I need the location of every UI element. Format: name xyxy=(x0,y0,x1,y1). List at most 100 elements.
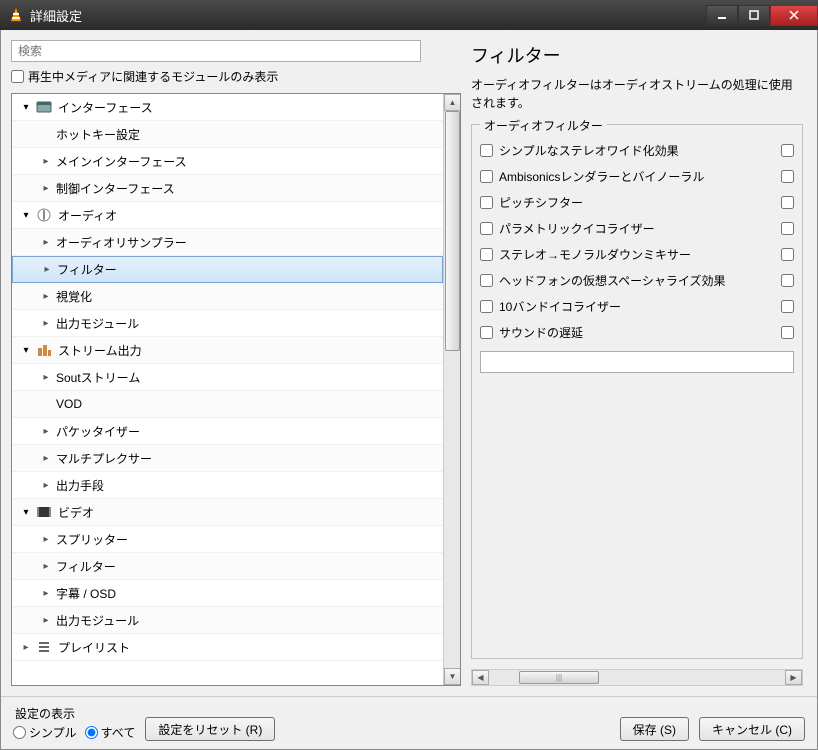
expand-icon[interactable]: ▾ xyxy=(20,102,32,113)
tree-row[interactable]: ▾ インターフェース xyxy=(12,94,443,121)
filter-checkbox-2[interactable] xyxy=(781,274,794,287)
filter-checkbox[interactable] xyxy=(480,274,493,287)
filter-row: パラメトリックイコライザー xyxy=(480,215,794,241)
tree-row[interactable]: ▸ Soutストリーム xyxy=(12,364,443,391)
filter-checkbox[interactable] xyxy=(480,248,493,261)
scroll-down-icon[interactable]: ▼ xyxy=(444,668,461,685)
expand-icon[interactable]: ▸ xyxy=(40,561,52,572)
filter-textbox[interactable] xyxy=(480,351,794,373)
cancel-button[interactable]: キャンセル (C) xyxy=(699,717,805,741)
expand-icon[interactable]: ▸ xyxy=(40,156,52,167)
filter-checkbox-2[interactable] xyxy=(781,196,794,209)
tree-row[interactable]: ▸マルチプレクサー xyxy=(12,445,443,472)
filter-row: 10バンドイコライザー xyxy=(480,293,794,319)
tree-item-label: インターフェース xyxy=(58,99,153,116)
expand-icon[interactable]: ▸ xyxy=(20,642,32,653)
h-scroll-thumb[interactable]: ||| xyxy=(519,671,599,684)
tree-row[interactable]: ▸ スプリッター xyxy=(12,526,443,553)
tree-item-label: ストリーム出力 xyxy=(58,342,142,359)
tree-item-label: Soutストリーム xyxy=(56,369,140,386)
filter-label: ヘッドフォンの仮想スペーシャライズ効果 xyxy=(499,272,775,289)
scroll-left-icon[interactable]: ◀ xyxy=(472,670,489,685)
scroll-up-icon[interactable]: ▲ xyxy=(444,94,461,111)
reset-button[interactable]: 設定をリセット (R) xyxy=(145,717,275,741)
filter-checkbox[interactable] xyxy=(480,300,493,313)
tree-item-label: スプリッター xyxy=(56,531,128,548)
filter-label: パラメトリックイコライザー xyxy=(499,220,775,237)
expand-icon[interactable]: ▸ xyxy=(40,480,52,491)
tree-item-label: 字幕 / OSD xyxy=(56,585,116,602)
tree-row[interactable]: ▾ ビデオ xyxy=(12,499,443,526)
tree-row[interactable]: ▸ フィルター xyxy=(12,553,443,580)
tree-row[interactable]: ▸ メインインターフェース xyxy=(12,148,443,175)
expand-icon[interactable]: ▸ xyxy=(40,183,52,194)
panel-title: フィルター xyxy=(471,42,803,68)
filter-checkbox-2[interactable] xyxy=(781,326,794,339)
tree-item-label: パケッタイザー xyxy=(56,423,140,440)
expand-icon[interactable]: ▸ xyxy=(40,426,52,437)
tree-row[interactable]: ▸ 制御インターフェース xyxy=(12,175,443,202)
tree-row[interactable]: ▸ パケッタイザー xyxy=(12,418,443,445)
tree-item-label: プレイリスト xyxy=(58,639,130,656)
titlebar: 詳細設定 xyxy=(0,0,818,30)
tree-row[interactable]: ▸視覚化 xyxy=(12,283,443,310)
expand-icon[interactable]: ▾ xyxy=(20,507,32,518)
expand-icon[interactable]: ▾ xyxy=(20,210,32,221)
filter-checkbox-2[interactable] xyxy=(781,144,794,157)
filter-checkbox[interactable] xyxy=(480,144,493,157)
tree-item-label: ビデオ xyxy=(58,504,94,521)
expand-icon[interactable]: ▸ xyxy=(40,453,52,464)
filter-checkbox[interactable] xyxy=(480,326,493,339)
tree-row[interactable]: ▾オーディオ xyxy=(12,202,443,229)
tree-item-label: 制御インターフェース xyxy=(56,180,175,197)
filter-row: ピッチシフター xyxy=(480,189,794,215)
expand-icon[interactable]: ▸ xyxy=(41,264,53,275)
tree-scrollbar[interactable]: ▲ ▼ xyxy=(443,94,460,685)
tree-row[interactable]: ▸フィルター xyxy=(12,256,443,283)
maximize-button[interactable] xyxy=(738,5,770,26)
radio-simple[interactable]: シンプル xyxy=(13,724,77,741)
tree-row[interactable]: ▸ 字幕 / OSD xyxy=(12,580,443,607)
tree-row[interactable]: ホットキー設定 xyxy=(12,121,443,148)
group-legend: オーディオフィルター xyxy=(480,117,607,134)
tree-item-label: フィルター xyxy=(56,558,116,575)
minimize-button[interactable] xyxy=(706,5,738,26)
tree-row[interactable]: ▸出力モジュール xyxy=(12,607,443,634)
filter-checkbox[interactable] xyxy=(480,222,493,235)
filter-checkbox-2[interactable] xyxy=(781,300,794,313)
settings-tree[interactable]: ▾ インターフェースホットキー設定 ▸ メインインターフェース ▸ 制御インターフェース ▾… xyxy=(12,94,443,685)
filter-checkbox-2[interactable] xyxy=(781,222,794,235)
expand-icon[interactable]: ▸ xyxy=(40,615,52,626)
module-only-checkbox[interactable] xyxy=(11,70,24,83)
close-button[interactable] xyxy=(770,5,818,26)
expand-icon[interactable]: ▸ xyxy=(40,534,52,545)
scroll-right-icon[interactable]: ▶ xyxy=(785,670,802,685)
tree-item-label: 出力モジュール xyxy=(56,315,139,332)
panel-h-scrollbar[interactable]: ◀ ||| ▶ xyxy=(471,669,803,686)
expand-icon[interactable]: ▸ xyxy=(40,291,52,302)
filter-checkbox[interactable] xyxy=(480,170,493,183)
tree-row[interactable]: ▸ 出力モジュール xyxy=(12,310,443,337)
expand-icon[interactable]: ▸ xyxy=(40,588,52,599)
filter-checkbox[interactable] xyxy=(480,196,493,209)
tree-item-label: 出力手段 xyxy=(56,477,104,494)
search-input[interactable] xyxy=(11,40,421,62)
filter-row: ヘッドフォンの仮想スペーシャライズ効果 xyxy=(480,267,794,293)
tree-row[interactable]: ▸ 出力手段 xyxy=(12,472,443,499)
expand-icon[interactable]: ▾ xyxy=(20,345,32,356)
filter-label: ステレオ→モノラルダウンミキサー xyxy=(499,246,775,263)
tree-row[interactable]: ▸オーディオリサンプラー xyxy=(12,229,443,256)
filter-label: サウンドの遅延 xyxy=(499,324,775,341)
filter-checkbox-2[interactable] xyxy=(781,248,794,261)
expand-icon[interactable]: ▸ xyxy=(40,372,52,383)
scroll-thumb[interactable] xyxy=(445,111,460,351)
expand-icon[interactable]: ▸ xyxy=(40,237,52,248)
tree-row[interactable]: ▸ プレイリスト xyxy=(12,634,443,661)
filter-checkbox-2[interactable] xyxy=(781,170,794,183)
save-button[interactable]: 保存 (S) xyxy=(620,717,689,741)
expand-icon[interactable]: ▸ xyxy=(40,318,52,329)
tree-row[interactable]: VOD xyxy=(12,391,443,418)
radio-all[interactable]: すべて xyxy=(85,724,136,741)
tree-item-label: メインインターフェース xyxy=(56,153,187,170)
tree-row[interactable]: ▾ ストリーム出力 xyxy=(12,337,443,364)
